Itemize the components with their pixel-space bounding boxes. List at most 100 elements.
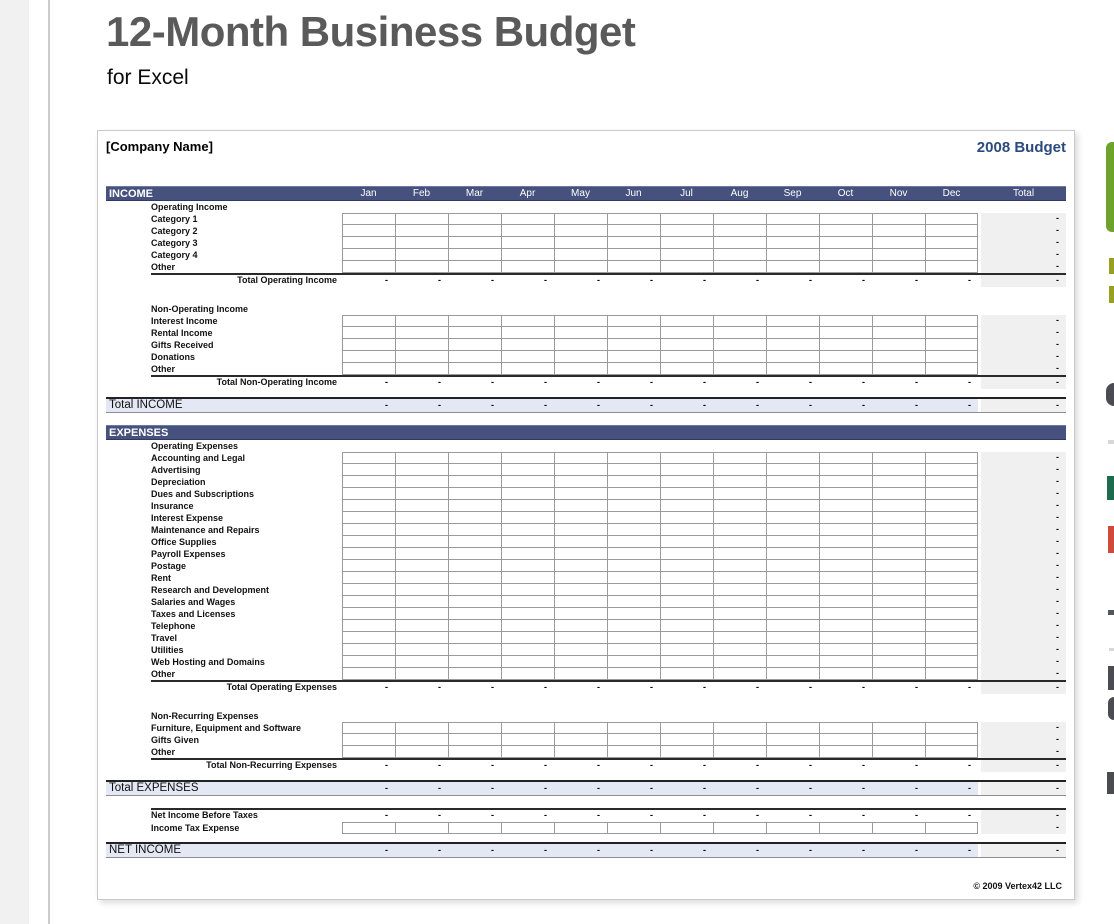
month-header-feb: Feb bbox=[395, 188, 448, 199]
input-cell-aug bbox=[713, 584, 766, 596]
total-value-jun: - bbox=[607, 808, 660, 822]
subsection-label: Non-Recurring Expenses bbox=[106, 710, 342, 722]
total-value-sep: - bbox=[766, 808, 819, 822]
input-cell-may bbox=[554, 734, 607, 746]
row-rental-income: Rental Income- bbox=[106, 327, 1066, 339]
input-cell-nov bbox=[872, 722, 925, 734]
input-cell-jul bbox=[660, 668, 713, 680]
input-cell-feb bbox=[395, 476, 448, 488]
band-value-jun: - bbox=[607, 782, 660, 795]
month-header-dec: Dec bbox=[925, 188, 978, 199]
band-value-jul: - bbox=[660, 844, 713, 857]
input-cell-apr bbox=[501, 452, 554, 464]
input-cell-nov bbox=[872, 608, 925, 620]
input-cell-jul bbox=[660, 351, 713, 363]
row-total-value: - bbox=[981, 644, 1066, 656]
input-cell-jun bbox=[607, 644, 660, 656]
total-value-sep: - bbox=[766, 680, 819, 694]
input-cell-jan bbox=[342, 656, 395, 668]
band-value-dec: - bbox=[925, 844, 978, 857]
row-total-value: - bbox=[981, 225, 1066, 237]
input-cell-nov bbox=[872, 339, 925, 351]
total-value-dec: - bbox=[925, 680, 978, 694]
red-square-partial bbox=[1108, 526, 1114, 553]
input-cell-jul bbox=[660, 548, 713, 560]
budget-spreadsheet-preview[interactable]: [Company Name] 2008 Budget INCOMEJanFebM… bbox=[97, 130, 1075, 900]
input-cell-may bbox=[554, 608, 607, 620]
input-cell-oct bbox=[819, 560, 872, 572]
input-cell-apr bbox=[501, 339, 554, 351]
download-button-partial[interactable] bbox=[1106, 142, 1114, 232]
row-depreciation: Depreciation- bbox=[106, 476, 1066, 488]
input-cell-jul bbox=[660, 213, 713, 225]
input-cell-may bbox=[554, 261, 607, 273]
input-cell-apr bbox=[501, 249, 554, 261]
input-cell-jan bbox=[342, 464, 395, 476]
input-cell-nov bbox=[872, 488, 925, 500]
input-cell-nov bbox=[872, 656, 925, 668]
input-cell-feb bbox=[395, 500, 448, 512]
total-value-sep: - bbox=[766, 375, 819, 389]
row-label: Web Hosting and Domains bbox=[106, 656, 342, 668]
total-value-dec: - bbox=[925, 808, 978, 822]
input-cell-jul bbox=[660, 488, 713, 500]
input-cell-mar bbox=[448, 339, 501, 351]
input-cell-jun bbox=[607, 722, 660, 734]
input-cell-dec bbox=[925, 734, 978, 746]
input-cell-oct bbox=[819, 261, 872, 273]
input-cell-may bbox=[554, 476, 607, 488]
total-value-sep: - bbox=[766, 758, 819, 772]
band-value-dec: - bbox=[925, 399, 978, 412]
row-total-value: - bbox=[981, 327, 1066, 339]
input-cell-dec bbox=[925, 500, 978, 512]
input-cell-oct bbox=[819, 249, 872, 261]
input-cell-oct bbox=[819, 524, 872, 536]
input-cell-dec bbox=[925, 572, 978, 584]
input-cell-jul bbox=[660, 656, 713, 668]
input-cell-dec bbox=[925, 464, 978, 476]
input-cell-dec bbox=[925, 213, 978, 225]
band-value-nov: - bbox=[872, 844, 925, 857]
input-cell-sep bbox=[766, 596, 819, 608]
input-cell-may bbox=[554, 572, 607, 584]
total-value-jul: - bbox=[660, 680, 713, 694]
input-cell-jun bbox=[607, 476, 660, 488]
input-cell-aug bbox=[713, 596, 766, 608]
input-cell-mar bbox=[448, 822, 501, 834]
row-total-value: - bbox=[981, 363, 1066, 375]
input-cell-aug bbox=[713, 249, 766, 261]
input-cell-jan bbox=[342, 596, 395, 608]
input-cell-sep bbox=[766, 644, 819, 656]
input-cell-apr bbox=[501, 596, 554, 608]
sheet-rows: INCOMEJanFebMarAprMayJunJulAugSepOctNovD… bbox=[106, 186, 1066, 858]
row-total-value: - bbox=[981, 560, 1066, 572]
input-cell-dec bbox=[925, 488, 978, 500]
input-cell-jul bbox=[660, 620, 713, 632]
input-cell-nov bbox=[872, 734, 925, 746]
input-cell-jul bbox=[660, 476, 713, 488]
input-cell-sep bbox=[766, 734, 819, 746]
total-value-dec: - bbox=[925, 273, 978, 287]
input-cell-jan bbox=[342, 572, 395, 584]
total-value-may: - bbox=[554, 273, 607, 287]
input-cell-feb bbox=[395, 644, 448, 656]
band-value-may: - bbox=[554, 844, 607, 857]
row-furniture-equipment-and-software: Furniture, Equipment and Software- bbox=[106, 722, 1066, 734]
input-cell-aug bbox=[713, 327, 766, 339]
input-cell-sep bbox=[766, 351, 819, 363]
input-cell-apr bbox=[501, 668, 554, 680]
input-cell-jan bbox=[342, 476, 395, 488]
total-value-nov: - bbox=[872, 758, 925, 772]
total-value-mar: - bbox=[448, 758, 501, 772]
input-cell-dec bbox=[925, 249, 978, 261]
input-cell-sep bbox=[766, 536, 819, 548]
row-label: Interest Expense bbox=[106, 512, 342, 524]
input-cell-dec bbox=[925, 560, 978, 572]
input-cell-sep bbox=[766, 632, 819, 644]
month-header-apr: Apr bbox=[501, 188, 554, 199]
input-cell-sep bbox=[766, 488, 819, 500]
input-cell-oct bbox=[819, 668, 872, 680]
band-value-apr: - bbox=[501, 844, 554, 857]
total-value-oct: - bbox=[819, 680, 872, 694]
input-cell-jun bbox=[607, 596, 660, 608]
